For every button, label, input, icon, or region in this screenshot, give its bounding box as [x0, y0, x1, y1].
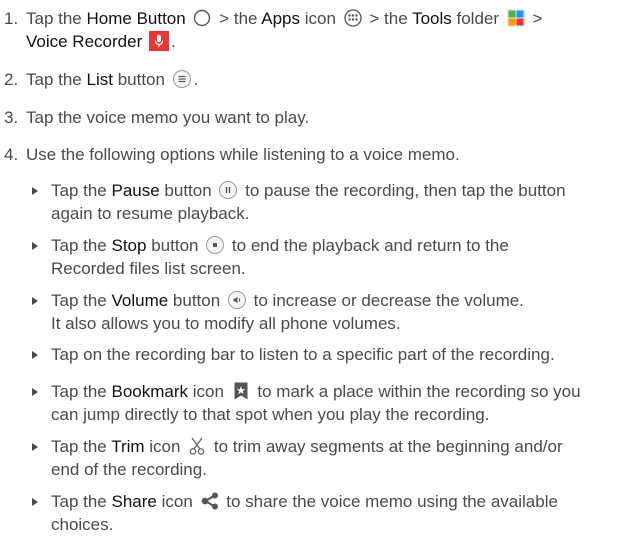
text-run: to end the playback and return to the [227, 236, 509, 255]
volume-button-icon [227, 290, 247, 310]
text-run: Tap the [26, 9, 87, 28]
text-run: folder [451, 9, 504, 28]
bullet-arrow-icon [32, 187, 38, 195]
text-line: Recorded files list screen. [51, 259, 246, 278]
text-run: > the [364, 9, 413, 28]
apps-icon [343, 8, 363, 28]
bookmark-icon [231, 381, 251, 401]
text-run: icon [188, 382, 229, 401]
text-run: . [170, 32, 176, 51]
bullet-arrow-icon [32, 443, 38, 451]
stop-label: Stop [111, 236, 147, 255]
text-run: > [527, 9, 543, 28]
text-run: . [193, 70, 199, 89]
step-text: Tap the voice memo you want to play. [26, 108, 310, 127]
home-button-label: Home Button [86, 9, 186, 28]
text-line: end of the recording. [51, 460, 207, 479]
stop-button-icon [205, 235, 225, 255]
text-run: to increase or decrease the volume. [248, 291, 524, 310]
share-icon [200, 491, 220, 511]
text-run: button [112, 70, 170, 89]
voice-recorder-label: Voice Recorder [26, 32, 143, 51]
text-run: > the [214, 9, 262, 28]
list-button-icon [172, 69, 192, 89]
step-number: 3. [4, 108, 19, 127]
text-line: It also allows you to modify all phone v… [51, 314, 401, 333]
bullet-arrow-icon [32, 388, 38, 396]
text-run: Tap the [51, 291, 112, 310]
text-run: Tap the [51, 492, 112, 511]
text-run: to pause the recording, then tap the but… [240, 181, 566, 200]
text-run: to trim away segments at the beginning a… [209, 437, 563, 456]
text-run: Tap the [51, 181, 112, 200]
text-run: icon [156, 492, 198, 511]
trim-icon [187, 436, 207, 456]
voice-recorder-icon [148, 31, 169, 51]
apps-label: Apps [261, 9, 301, 28]
bullet-arrow-icon [32, 351, 38, 359]
text-line: can jump directly to that spot when you … [51, 405, 490, 424]
pause-label: Pause [111, 181, 160, 200]
home-button-icon [192, 8, 212, 28]
instruction-page: 1. Tap the Home Button > the Apps icon >… [0, 0, 637, 553]
text-run: icon [300, 9, 341, 28]
text-line: again to resume playback. [51, 204, 250, 223]
text-run: Tap the [51, 382, 112, 401]
text-run: Tap the [26, 70, 87, 89]
text-line: Tap on the recording bar to listen to a … [51, 345, 555, 364]
text-run: to share the voice memo using the availa… [221, 492, 558, 511]
text-run: button [159, 181, 217, 200]
tools-label: Tools [412, 9, 452, 28]
pause-button-icon [218, 180, 238, 200]
step-number: 2. [4, 70, 19, 89]
text-run: button [146, 236, 204, 255]
step-number: 1. [4, 9, 19, 28]
text-run: to mark a place within the recording so … [252, 382, 581, 401]
step-number: 4. [4, 145, 19, 164]
tools-folder-icon [506, 8, 526, 28]
text-run: icon [144, 437, 186, 456]
volume-label: Volume [111, 291, 169, 310]
trim-label: Trim [111, 437, 145, 456]
bookmark-label: Bookmark [111, 382, 189, 401]
text-run: Tap the [51, 236, 112, 255]
text-run: Tap the [51, 437, 112, 456]
text-line: choices. [51, 515, 114, 534]
bullet-arrow-icon [32, 297, 38, 305]
share-label: Share [111, 492, 157, 511]
text-run: button [168, 291, 225, 310]
list-label: List [86, 70, 113, 89]
bullet-arrow-icon [32, 242, 38, 250]
step-text: Use the following options while listenin… [26, 145, 460, 164]
bullet-arrow-icon [32, 498, 38, 506]
